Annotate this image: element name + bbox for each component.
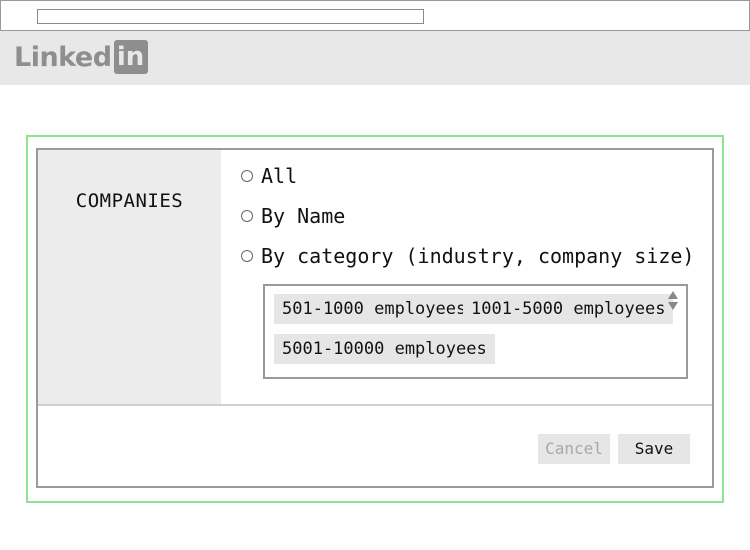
save-button[interactable]: Save [618,434,690,464]
companies-panel: COMPANIES All By Name By category (indus… [36,148,714,488]
tag-chip[interactable]: 501-1000 employees [274,294,475,324]
radio-label: By category (industry, company size) [261,244,695,268]
scroll-down-icon[interactable] [668,302,678,310]
radio-label: By Name [261,204,346,228]
radio-button[interactable] [241,250,253,262]
radio-option-by-category[interactable]: By category (industry, company size) [241,244,694,268]
tag-chip[interactable]: 1001-5000 employees [463,294,674,324]
scroll-up-icon[interactable] [668,291,678,299]
category-tag-box[interactable]: 501-1000 employees 1001-5000 employees 5… [263,284,688,379]
radio-button[interactable] [241,170,253,182]
radio-option-all[interactable]: All [241,164,297,188]
radio-label: All [261,164,298,188]
radio-button[interactable] [241,210,253,222]
section-title: COMPANIES [75,190,184,212]
url-bar[interactable] [37,9,424,24]
divider [38,404,712,406]
panel-sidebar: COMPANIES [38,150,221,404]
tag-chip[interactable]: 5001-10000 employees [274,334,495,364]
logo-text: Linked [14,41,112,73]
browser-chrome [0,0,750,31]
logo-box: in [113,40,148,74]
radio-option-by-name[interactable]: By Name [241,204,345,228]
cancel-button[interactable]: Cancel [538,434,610,464]
linkedin-logo[interactable]: Linked in [14,40,148,74]
